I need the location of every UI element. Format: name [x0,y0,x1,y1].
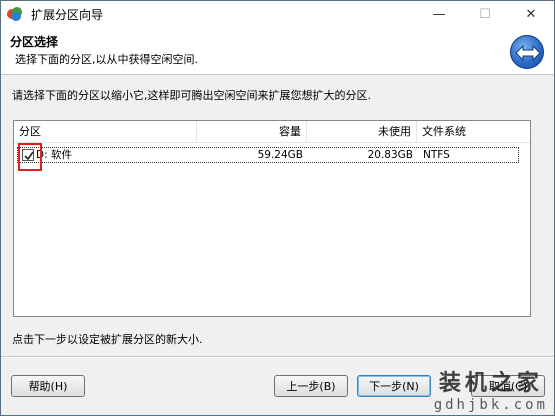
watermark-title: 装机之家 [438,370,543,396]
close-button[interactable]: ✕ [508,1,554,27]
column-header-unused[interactable]: 未使用 [307,121,417,143]
checkbox-highlight-annotation [18,143,42,171]
page-title: 分区选择 [10,35,59,49]
hint-text: 点击下一步以设定被扩展分区的新大小. [12,333,203,346]
column-header-filesystem[interactable]: 文件系统 [417,121,530,143]
next-button[interactable]: 下一步(N) [357,375,431,397]
instruction-text: 请选择下面的分区以缩小它,这样即可腾出空闲空间来扩展您想扩大的分区. [12,89,371,102]
minimize-button[interactable]: — [416,1,462,27]
column-header-capacity[interactable]: 容量 [197,121,307,143]
page-subtitle: 选择下面的分区,以从中获得空闲空间. [15,53,198,66]
window-title: 扩展分区向导 [31,7,104,22]
cell-capacity: 59.24GB [257,149,303,161]
footer-divider [1,356,554,358]
title-bar[interactable]: 扩展分区向导 — ☐ ✕ [1,1,554,27]
cell-unused: 20.83GB [367,149,413,161]
table-row[interactable]: D: 软件 59.24GB 20.83GB NTFS [17,147,519,163]
column-header-partition[interactable]: 分区 [14,121,197,143]
maximize-button[interactable]: ☐ [462,1,508,27]
help-button[interactable]: 帮助(H) [11,375,85,397]
app-logo-icon [7,6,23,22]
resize-arrows-icon [510,35,544,69]
wizard-header: 分区选择 选择下面的分区,以从中获得空闲空间. [1,27,554,75]
watermark-url: gdhjbk.com [433,397,548,413]
site-watermark: 装机之家 gdhjbk.com [434,365,548,413]
list-header: 分区 容量 未使用 文件系统 [14,121,530,143]
partition-list[interactable]: 分区 容量 未使用 文件系统 D: 软件 59.24GB 20.83GB NTF… [13,120,531,317]
cell-filesystem: NTFS [423,149,450,161]
back-button[interactable]: 上一步(B) [274,375,348,397]
wizard-window: 扩展分区向导 — ☐ ✕ 分区选择 选择下面的分区,以从中获得空闲空间. 请选择… [0,0,555,416]
